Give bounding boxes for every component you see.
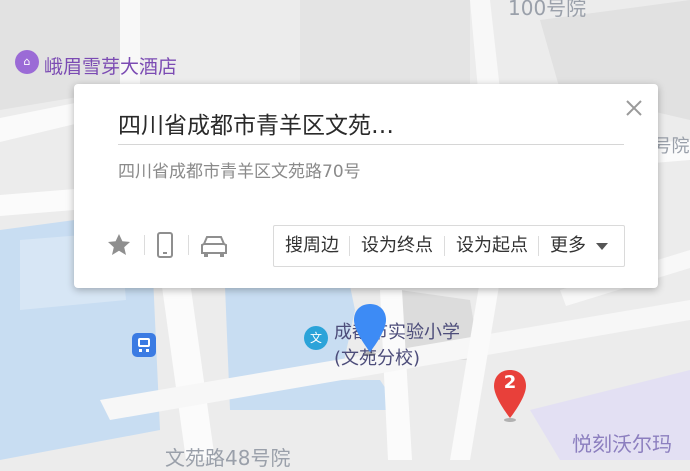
popup-title[interactable]: 四川省成都市青羊区文苑…: [118, 106, 394, 140]
hotel-icon[interactable]: ⌂: [15, 50, 39, 74]
marker-number: 2: [503, 372, 517, 393]
car-icon[interactable]: [199, 231, 229, 259]
poi-label-hotel[interactable]: 峨眉雪芽大酒店: [44, 52, 177, 79]
location-pin-marker[interactable]: [352, 302, 388, 358]
icon-separator: [144, 235, 145, 255]
action-separator: [538, 236, 539, 256]
road-label: 文苑路48号院: [165, 446, 291, 470]
bus-stop-icon[interactable]: [132, 333, 156, 357]
close-icon[interactable]: [622, 96, 646, 120]
action-separator: [444, 236, 445, 256]
popup-address: 四川省成都市青羊区文苑路70号: [118, 162, 361, 182]
send-to-phone-icon[interactable]: [150, 231, 180, 259]
set-origin-button[interactable]: 设为起点: [456, 226, 528, 266]
road-label: 100号院: [508, 0, 587, 20]
school-icon[interactable]: 文: [304, 326, 328, 350]
set-destination-button[interactable]: 设为终点: [361, 226, 433, 266]
more-dropdown-button[interactable]: 更多: [550, 226, 608, 266]
more-label: 更多: [550, 235, 586, 256]
search-nearby-button[interactable]: 搜周边: [285, 226, 339, 266]
favorite-star-icon[interactable]: [104, 231, 134, 259]
action-bar: 搜周边 设为终点 设为起点 更多: [273, 225, 625, 267]
action-separator: [349, 236, 350, 256]
icon-separator: [188, 235, 189, 255]
info-popup: 四川省成都市青羊区文苑… 四川省成都市青羊区文苑路70号 搜周边 设为终点 设为…: [74, 84, 658, 288]
poi-label-walmart[interactable]: 悦刻沃尔玛: [572, 428, 672, 457]
popup-divider: [118, 144, 624, 145]
chevron-down-icon: [596, 242, 608, 250]
